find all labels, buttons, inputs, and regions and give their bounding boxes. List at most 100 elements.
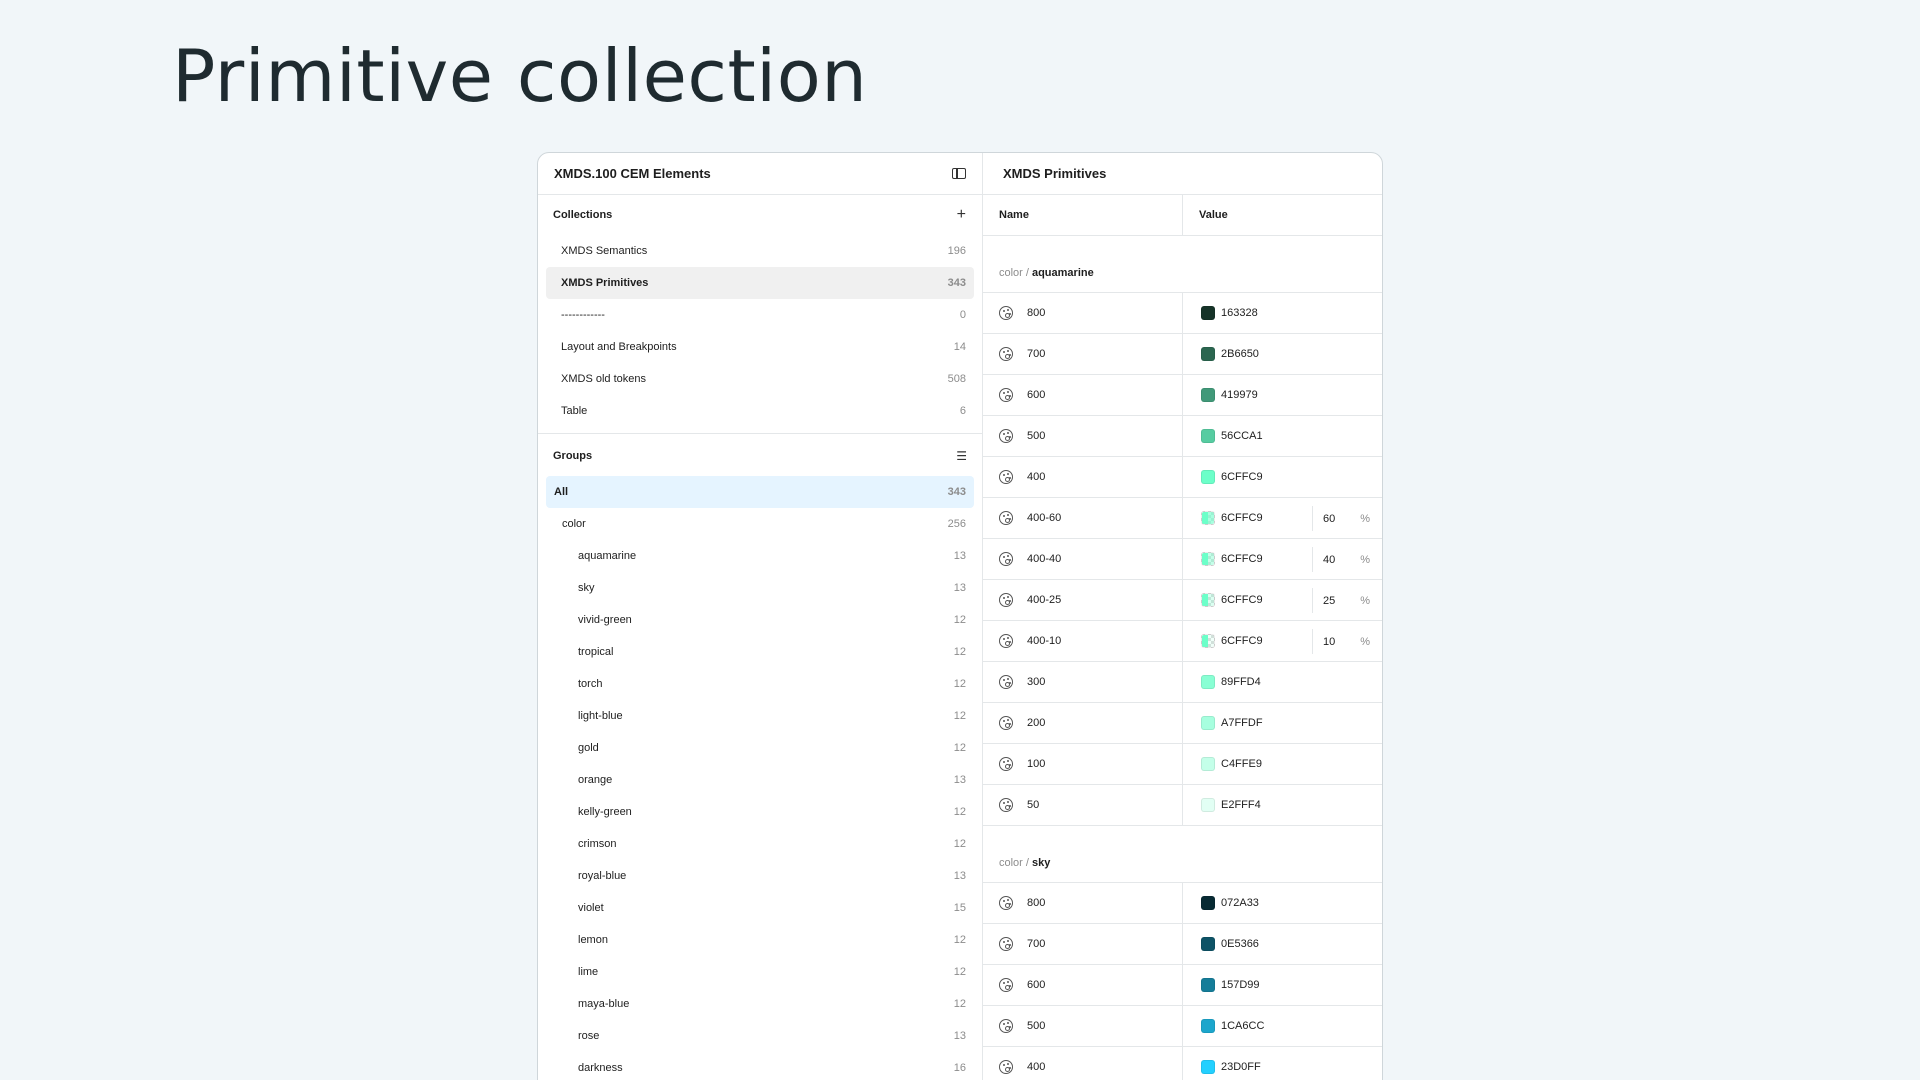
table-row[interactable]: 400 6CFFC9 bbox=[983, 457, 1382, 498]
hex-value[interactable]: 0E5366 bbox=[1221, 938, 1259, 950]
variable-name-cell[interactable]: 400-40 bbox=[983, 539, 1183, 579]
variable-name-cell[interactable]: 400-25 bbox=[983, 580, 1183, 620]
color-swatch[interactable] bbox=[1201, 978, 1215, 992]
variable-value-cell[interactable]: 6CFFC9 bbox=[1183, 457, 1382, 497]
variable-name-cell[interactable]: 800 bbox=[983, 293, 1183, 333]
hex-value[interactable]: 163328 bbox=[1221, 307, 1258, 319]
hex-value[interactable]: 23D0FF bbox=[1221, 1061, 1261, 1073]
filter-list-icon[interactable]: ☰ bbox=[956, 449, 967, 463]
variable-name-cell[interactable]: 300 bbox=[983, 662, 1183, 702]
opacity-field[interactable]: 40% bbox=[1312, 547, 1370, 572]
group-item[interactable]: rose 13 bbox=[546, 1020, 974, 1052]
opacity-field[interactable]: 25% bbox=[1312, 588, 1370, 613]
group-item[interactable]: maya-blue 12 bbox=[546, 988, 974, 1020]
group-item[interactable]: violet 15 bbox=[546, 892, 974, 924]
group-item[interactable]: royal-blue 13 bbox=[546, 860, 974, 892]
color-swatch[interactable] bbox=[1201, 1060, 1215, 1074]
variable-value-cell[interactable]: 6CFFC9 10% bbox=[1183, 621, 1382, 661]
variable-value-cell[interactable]: 072A33 bbox=[1183, 883, 1382, 923]
hex-value[interactable]: A7FFDF bbox=[1221, 717, 1263, 729]
collection-item[interactable]: Table 6 bbox=[546, 395, 974, 427]
variable-name-cell[interactable]: 400-10 bbox=[983, 621, 1183, 661]
group-item[interactable]: lemon 12 bbox=[546, 924, 974, 956]
table-row[interactable]: 50 E2FFF4 bbox=[983, 785, 1382, 826]
variable-name-cell[interactable]: 600 bbox=[983, 965, 1183, 1005]
color-swatch[interactable] bbox=[1201, 552, 1215, 566]
table-row[interactable]: 100 C4FFE9 bbox=[983, 744, 1382, 785]
group-item[interactable]: kelly-green 12 bbox=[546, 796, 974, 828]
variable-value-cell[interactable]: 163328 bbox=[1183, 293, 1382, 333]
table-row[interactable]: 400-25 6CFFC9 25% bbox=[983, 580, 1382, 621]
table-row[interactable]: 200 A7FFDF bbox=[983, 703, 1382, 744]
color-swatch[interactable] bbox=[1201, 388, 1215, 402]
variable-value-cell[interactable]: 2B6650 bbox=[1183, 334, 1382, 374]
opacity-field[interactable]: 60% bbox=[1312, 506, 1370, 531]
table-row[interactable]: 300 89FFD4 bbox=[983, 662, 1382, 703]
table-row[interactable]: 600 157D99 bbox=[983, 965, 1382, 1006]
color-swatch[interactable] bbox=[1201, 675, 1215, 689]
hex-value[interactable]: 157D99 bbox=[1221, 979, 1260, 991]
variable-name-cell[interactable]: 500 bbox=[983, 416, 1183, 456]
variable-name-cell[interactable]: 50 bbox=[983, 785, 1183, 825]
color-swatch[interactable] bbox=[1201, 470, 1215, 484]
variable-name-cell[interactable]: 400-60 bbox=[983, 498, 1183, 538]
variable-name-cell[interactable]: 700 bbox=[983, 334, 1183, 374]
variable-name-cell[interactable]: 500 bbox=[983, 1006, 1183, 1046]
group-item[interactable]: sky 13 bbox=[546, 572, 974, 604]
hex-value[interactable]: 6CFFC9 bbox=[1221, 471, 1263, 483]
variable-value-cell[interactable]: A7FFDF bbox=[1183, 703, 1382, 743]
variable-value-cell[interactable]: C4FFE9 bbox=[1183, 744, 1382, 784]
opacity-field[interactable]: 10% bbox=[1312, 629, 1370, 654]
variable-name-cell[interactable]: 600 bbox=[983, 375, 1183, 415]
table-row[interactable]: 700 2B6650 bbox=[983, 334, 1382, 375]
variable-value-cell[interactable]: E2FFF4 bbox=[1183, 785, 1382, 825]
sidebar-toggle-icon[interactable] bbox=[952, 168, 966, 179]
hex-value[interactable]: 56CCA1 bbox=[1221, 430, 1263, 442]
table-row[interactable]: 500 56CCA1 bbox=[983, 416, 1382, 457]
color-swatch[interactable] bbox=[1201, 306, 1215, 320]
color-swatch[interactable] bbox=[1201, 511, 1215, 525]
color-swatch[interactable] bbox=[1201, 347, 1215, 361]
variable-value-cell[interactable]: 6CFFC9 40% bbox=[1183, 539, 1382, 579]
hex-value[interactable]: 1CA6CC bbox=[1221, 1020, 1264, 1032]
table-row[interactable]: 400 23D0FF bbox=[983, 1047, 1382, 1080]
opacity-value[interactable]: 10 bbox=[1323, 636, 1335, 648]
variable-name-cell[interactable]: 400 bbox=[983, 1047, 1183, 1080]
color-swatch[interactable] bbox=[1201, 1019, 1215, 1033]
hex-value[interactable]: 072A33 bbox=[1221, 897, 1259, 909]
table-row[interactable]: 400-60 6CFFC9 60% bbox=[983, 498, 1382, 539]
hex-value[interactable]: 89FFD4 bbox=[1221, 676, 1261, 688]
group-item[interactable]: vivid-green 12 bbox=[546, 604, 974, 636]
table-row[interactable]: 600 419979 bbox=[983, 375, 1382, 416]
hex-value[interactable]: 6CFFC9 bbox=[1221, 594, 1263, 606]
table-row[interactable]: 500 1CA6CC bbox=[983, 1006, 1382, 1047]
table-row[interactable]: 800 163328 bbox=[983, 293, 1382, 334]
variable-name-cell[interactable]: 100 bbox=[983, 744, 1183, 784]
table-row[interactable]: 400-10 6CFFC9 10% bbox=[983, 621, 1382, 662]
hex-value[interactable]: 2B6650 bbox=[1221, 348, 1259, 360]
group-item[interactable]: darkness 16 bbox=[546, 1052, 974, 1080]
group-item[interactable]: tropical 12 bbox=[546, 636, 974, 668]
collection-item[interactable]: XMDS old tokens 508 bbox=[546, 363, 974, 395]
color-swatch[interactable] bbox=[1201, 798, 1215, 812]
variable-name-cell[interactable]: 700 bbox=[983, 924, 1183, 964]
group-item[interactable]: torch 12 bbox=[546, 668, 974, 700]
variable-value-cell[interactable]: 157D99 bbox=[1183, 965, 1382, 1005]
color-swatch[interactable] bbox=[1201, 716, 1215, 730]
group-item[interactable]: crimson 12 bbox=[546, 828, 974, 860]
table-row[interactable]: 800 072A33 bbox=[983, 883, 1382, 924]
variable-value-cell[interactable]: 0E5366 bbox=[1183, 924, 1382, 964]
group-item[interactable]: light-blue 12 bbox=[546, 700, 974, 732]
collection-item[interactable]: XMDS Semantics 196 bbox=[546, 235, 974, 267]
hex-value[interactable]: 6CFFC9 bbox=[1221, 553, 1263, 565]
variable-value-cell[interactable]: 1CA6CC bbox=[1183, 1006, 1382, 1046]
variable-name-cell[interactable]: 200 bbox=[983, 703, 1183, 743]
hex-value[interactable]: 419979 bbox=[1221, 389, 1258, 401]
color-swatch[interactable] bbox=[1201, 896, 1215, 910]
table-row[interactable]: 700 0E5366 bbox=[983, 924, 1382, 965]
variable-value-cell[interactable]: 419979 bbox=[1183, 375, 1382, 415]
collection-item[interactable]: XMDS Primitives 343 bbox=[546, 267, 974, 299]
collection-item[interactable]: ------------ 0 bbox=[546, 299, 974, 331]
color-swatch[interactable] bbox=[1201, 593, 1215, 607]
opacity-value[interactable]: 40 bbox=[1323, 554, 1335, 566]
